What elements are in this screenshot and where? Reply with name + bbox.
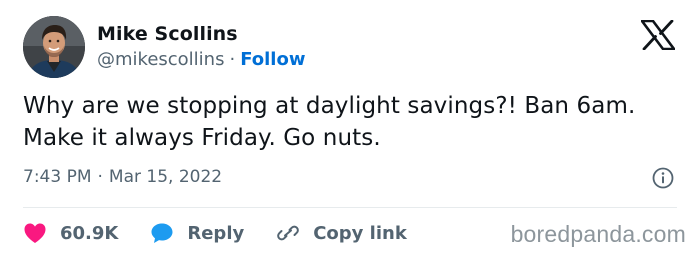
heart-icon bbox=[24, 223, 46, 243]
tweet-timestamp[interactable]: 7:43 PM · Mar 15, 2022 bbox=[23, 166, 222, 188]
link-icon bbox=[277, 225, 300, 241]
reply-button[interactable]: Reply bbox=[150, 222, 244, 244]
action-bar: 60.9K Reply Copy link bbox=[23, 219, 439, 247]
reply-label: Reply bbox=[187, 222, 245, 244]
tweet-text: Why are we stopping at daylight savings?… bbox=[23, 93, 636, 151]
info-icon[interactable] bbox=[652, 167, 674, 189]
author-display-name[interactable]: Mike Scollins bbox=[97, 22, 238, 46]
author-handle[interactable]: @mikescollins bbox=[97, 49, 224, 70]
like-button[interactable]: 60.9K bbox=[23, 222, 118, 244]
separator-dot: · bbox=[97, 167, 103, 187]
tweet-time: 7:43 PM bbox=[23, 167, 92, 187]
author-avatar[interactable] bbox=[23, 16, 85, 78]
tweet-date: Mar 15, 2022 bbox=[108, 167, 223, 187]
follow-button[interactable]: Follow bbox=[240, 49, 305, 70]
divider bbox=[23, 207, 677, 208]
tweet-card: Mike Scollins @mikescollins · Follow Why a… bbox=[0, 0, 700, 256]
reply-bubble-icon bbox=[151, 223, 173, 243]
copy-link-button[interactable]: Copy link bbox=[276, 222, 407, 244]
avatar-photo bbox=[23, 16, 85, 78]
separator-dot: · bbox=[229, 49, 236, 70]
x-logo-icon[interactable] bbox=[641, 20, 675, 50]
watermark: boredpanda.com bbox=[510, 221, 686, 247]
author-handle-row: @mikescollins · Follow bbox=[97, 49, 305, 71]
copy-link-label: Copy link bbox=[313, 222, 407, 244]
like-count: 60.9K bbox=[60, 222, 119, 244]
